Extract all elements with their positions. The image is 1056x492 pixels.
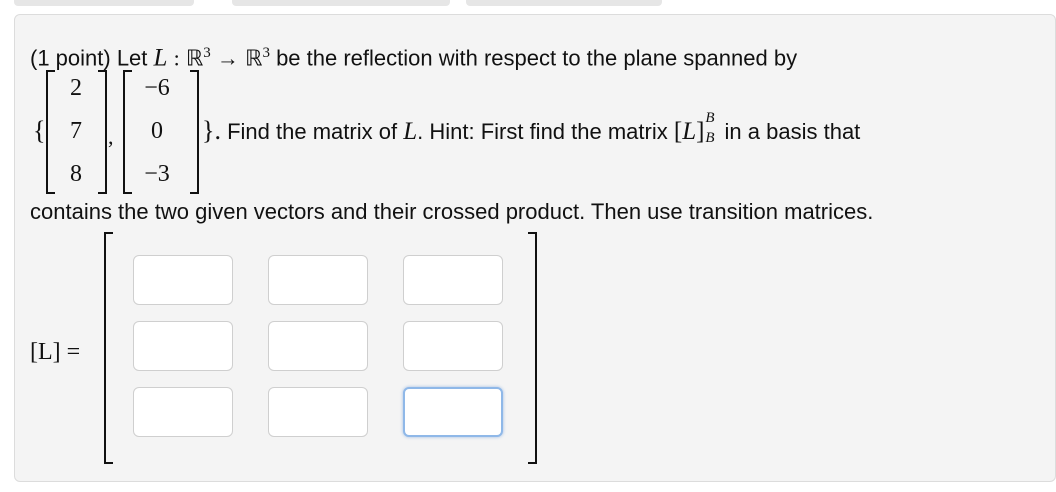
answer-right-bracket: [528, 232, 537, 464]
codomain-symbol: ℝ: [245, 45, 263, 71]
intro-suffix: be the reflection with respect to the pl…: [276, 45, 798, 71]
brace-close: }.: [202, 116, 221, 145]
brace-open: {: [33, 116, 46, 145]
hint-bracket-open: [: [673, 118, 683, 145]
vector2-entry: −6: [144, 75, 170, 101]
colon: :: [173, 45, 180, 71]
codomain-exponent: 3: [262, 45, 270, 61]
arrow-icon: →: [216, 45, 239, 71]
top-tab: [14, 0, 194, 6]
map-symbol: L: [153, 44, 168, 72]
hint-suffix: in a basis that: [724, 119, 861, 144]
vector-separator: ,: [108, 124, 114, 149]
matrix-input-r2c1[interactable]: [133, 321, 233, 371]
answer-label: [L] =: [30, 339, 81, 365]
top-tab: [466, 0, 662, 6]
matrix-input-r1c1[interactable]: [133, 255, 233, 305]
answer-left-bracket: [104, 232, 113, 464]
vector1-entry: 2: [70, 75, 82, 101]
hint-matrix-symbol: L: [682, 118, 697, 145]
period: .: [417, 119, 424, 144]
matrix-input-r3c1[interactable]: [133, 387, 233, 437]
vector1-entry: 7: [70, 118, 82, 144]
vector2-left-bracket: [123, 70, 132, 194]
hint-bracket-close: ]: [696, 118, 705, 145]
problem-line-2: }. Find the matrix of L. Hint: First fin…: [202, 110, 861, 146]
problem-line-3: contains the two given vectors and their…: [30, 199, 874, 224]
intro-prefix: (1 point) Let: [30, 45, 148, 71]
map-symbol: L: [403, 118, 418, 145]
matrix-input-r1c3[interactable]: [403, 255, 503, 305]
matrix-input-r1c2[interactable]: [268, 255, 368, 305]
vector2-entry: 0: [151, 118, 163, 144]
vector1-entry: 8: [70, 161, 82, 187]
matrix-input-r2c2[interactable]: [268, 321, 368, 371]
problem-line-1: (1 point) Let L : ℝ3 → ℝ3 be the reflect…: [30, 40, 797, 71]
domain-symbol: ℝ: [185, 45, 204, 71]
vector2-entry: −3: [144, 161, 170, 187]
matrix-input-r3c2[interactable]: [268, 387, 368, 437]
domain-exponent: 3: [203, 45, 211, 61]
hint-subscript: B: [705, 130, 715, 146]
hint-text: Hint: First find the matrix: [429, 119, 668, 144]
find-matrix-text: Find the matrix of: [227, 119, 398, 144]
vector2-right-bracket: [190, 70, 199, 194]
matrix-input-r3c3[interactable]: [403, 387, 503, 437]
top-tab: [232, 0, 450, 6]
matrix-input-r2c3[interactable]: [403, 321, 503, 371]
